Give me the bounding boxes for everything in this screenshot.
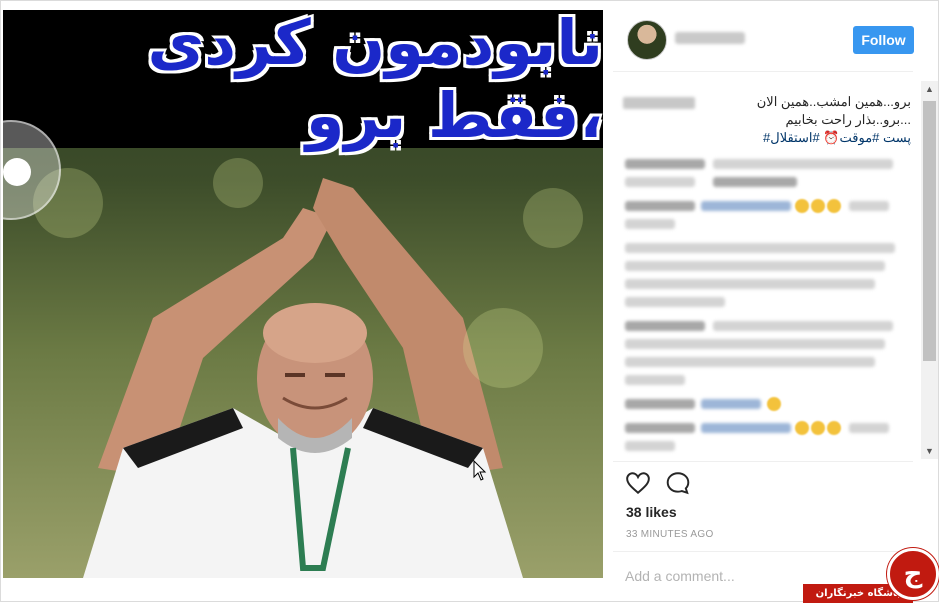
scroll-thumb[interactable] <box>923 101 936 361</box>
play-indicator-icon <box>3 158 31 186</box>
emoji-icon <box>795 199 809 213</box>
emoji-icon <box>811 199 825 213</box>
watermark-logo: باشگاه خبرنگاران ج <box>803 546 939 603</box>
post-header: Follow <box>613 10 914 72</box>
emoji-icon <box>767 397 781 411</box>
scroll-down-arrow-icon[interactable]: ▼ <box>921 443 938 459</box>
mouse-cursor-icon <box>473 460 487 481</box>
emoji-icon <box>811 421 825 435</box>
banner-text: نابودمون کردی ،فقط برو <box>147 10 603 152</box>
instagram-post-modal: نابودمون کردی ،فقط برو Follow برو...همین… <box>0 0 939 603</box>
emoji-icon <box>827 421 841 435</box>
comment-icon[interactable] <box>665 470 691 496</box>
follow-button[interactable]: Follow <box>853 26 914 54</box>
comments-scrollbar[interactable]: ▲ ▼ <box>921 81 938 459</box>
watermark-badge-icon: ج <box>887 548 939 600</box>
post-image[interactable]: نابودمون کردی ،فقط برو <box>3 10 603 578</box>
post-sidebar: Follow برو...همین امشب..همین الان ...برو… <box>613 1 939 603</box>
likes-count[interactable]: 38 likes <box>626 504 677 520</box>
username-blurred[interactable] <box>675 32 745 44</box>
comments-list: برو...همین امشب..همین الان ...برو..بذار … <box>613 89 921 457</box>
photo-scene <box>3 148 603 578</box>
caption-hashtags[interactable]: پست #موقت⏰ #استقلال# <box>621 129 911 147</box>
heart-icon[interactable] <box>625 470 651 496</box>
post-actions: 38 likes 33 MINUTES AGO <box>613 461 913 551</box>
caption-line-2: ...برو..بذار راحت بخابیم <box>785 112 911 127</box>
scroll-up-arrow-icon[interactable]: ▲ <box>921 81 938 97</box>
post-caption: برو...همین امشب..همین الان ...برو..بذار … <box>621 93 911 147</box>
caption-line-1: برو...همین امشب..همین الان <box>756 94 911 109</box>
emoji-icon <box>827 199 841 213</box>
image-banner: نابودمون کردی ،فقط برو <box>3 10 603 152</box>
emoji-icon <box>795 421 809 435</box>
post-timestamp[interactable]: 33 MINUTES AGO <box>626 529 714 540</box>
avatar[interactable] <box>627 20 667 60</box>
